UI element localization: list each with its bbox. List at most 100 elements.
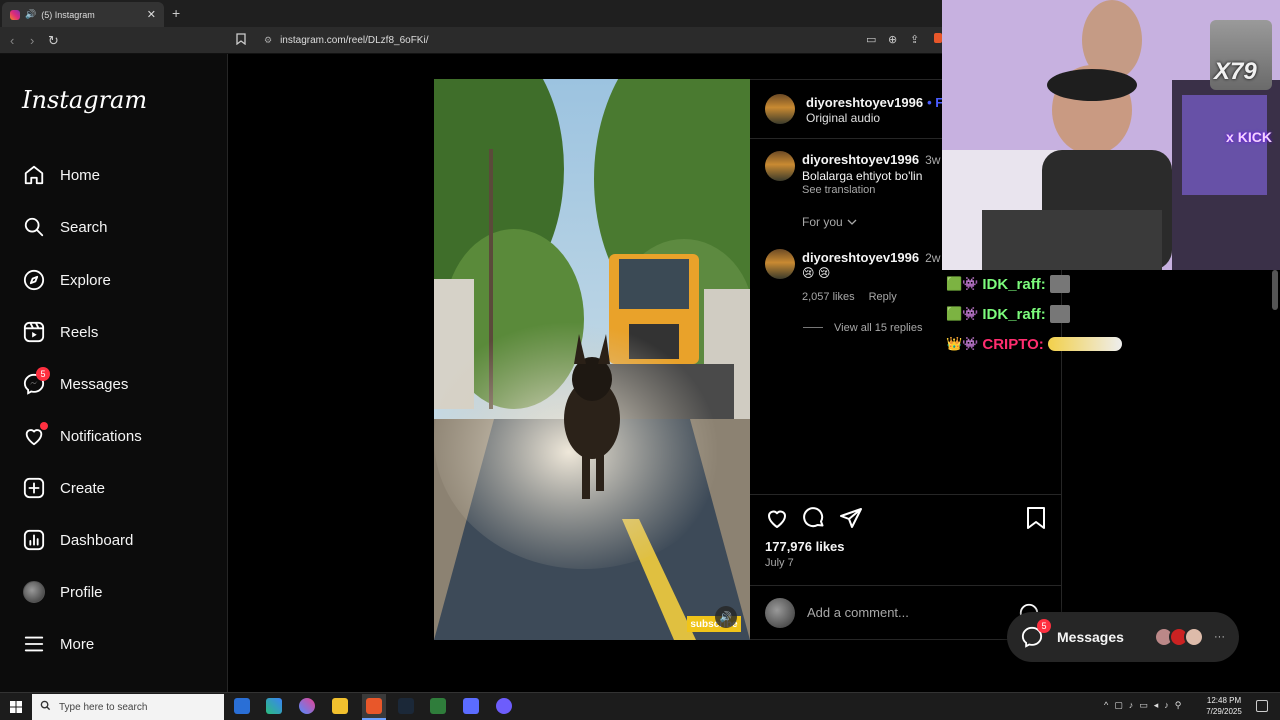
chat-message: 🟩👾 IDK_raff: — [946, 303, 1070, 325]
actions-divider — [750, 494, 1062, 495]
reload-icon[interactable]: ↻ — [48, 33, 59, 49]
chat-username: IDK_raff: — [982, 305, 1046, 323]
chat-badge-icon: 🟩👾 — [946, 306, 979, 321]
messages-pill-badge: 5 — [1037, 619, 1051, 633]
view-replies-link[interactable]: View all 15 replies — [834, 322, 922, 334]
sidebar-item-more[interactable]: More — [22, 629, 222, 659]
chat-emote-icon — [1047, 337, 1122, 351]
clock-time: 12:48 PM — [1206, 696, 1242, 705]
reels-icon — [22, 320, 46, 344]
brave-browser-icon[interactable] — [366, 698, 382, 714]
plus-square-icon — [22, 476, 46, 500]
audio-label[interactable]: Original audio — [806, 111, 880, 125]
forward-icon[interactable]: › — [30, 33, 34, 48]
comment-icon[interactable] — [802, 506, 826, 535]
comment-divider — [750, 585, 1062, 586]
my-avatar — [765, 598, 795, 628]
new-tab-button[interactable]: + — [172, 5, 180, 21]
sidebar-item-dashboard[interactable]: Dashboard — [22, 525, 222, 555]
post-header: diyoreshtoyev1996 • Fo — [806, 95, 951, 110]
page-scrollbar[interactable] — [1272, 270, 1278, 310]
comment-sort-dropdown[interactable]: For you — [802, 215, 857, 229]
browser-tab[interactable]: 🔊 (5) Instagram ✕ — [2, 2, 164, 27]
windows-start-icon[interactable] — [10, 700, 22, 718]
reel-video-frame — [434, 79, 750, 640]
comment-text: 😢 😢 — [802, 266, 831, 280]
comment-username[interactable]: diyoreshtoyev1996 — [802, 250, 919, 265]
cast-icon[interactable]: ▭ — [866, 33, 876, 46]
close-tab-icon[interactable]: ✕ — [147, 8, 156, 21]
chat-badge-icon: 👑👾 — [946, 336, 979, 351]
copilot-icon[interactable] — [266, 698, 282, 714]
save-icon[interactable] — [1025, 506, 1047, 535]
sidebar-item-label: Profile — [60, 583, 103, 601]
sidebar-item-label: Dashboard — [60, 531, 134, 549]
author-username[interactable]: diyoreshtoyev1996 — [806, 95, 923, 110]
chat-emote-icon — [1049, 305, 1070, 323]
sidebar-item-create[interactable]: Create — [22, 473, 222, 503]
hamburger-icon — [22, 632, 46, 656]
sidebar-item-label: Create — [60, 479, 106, 497]
chat-message: 👑👾 CRIPTO: — [946, 333, 1122, 355]
system-tray-icons[interactable]: ^▢♪▭◂♪⚲ — [1104, 700, 1187, 711]
back-icon[interactable]: ‹ — [10, 33, 14, 48]
chevron-down-icon — [847, 215, 857, 229]
search-icon — [40, 700, 51, 714]
reel-video[interactable]: subscribe 🔊 — [434, 79, 750, 640]
messenger-icon: 5 — [22, 367, 50, 396]
caption-username[interactable]: diyoreshtoyev1996 — [802, 152, 919, 167]
url-field[interactable]: ⚙ instagram.com/reel/DLzf8_6oFKi/ — [258, 31, 938, 50]
tab-title: (5) Instagram — [41, 9, 95, 20]
steam-icon[interactable] — [398, 698, 414, 714]
brave-shield-icon[interactable] — [934, 33, 942, 43]
caption-header: diyoreshtoyev1996 3w — [802, 152, 940, 167]
heart-icon — [22, 422, 48, 448]
sidebar-item-home[interactable]: Home — [22, 160, 222, 190]
copilot-app-icon[interactable] — [299, 698, 315, 714]
sidebar-item-notifications[interactable]: Notifications — [22, 421, 222, 451]
more-contacts-icon: ··· — [1214, 631, 1225, 643]
add-comment-input[interactable]: Add a comment... — [807, 605, 909, 620]
volume-icon[interactable]: 🔊 — [715, 606, 737, 628]
author-avatar[interactable] — [765, 94, 795, 124]
discord-icon[interactable] — [496, 698, 512, 714]
notification-center-icon[interactable] — [1256, 700, 1268, 712]
sidebar-item-label: Home — [60, 166, 101, 184]
taskbar-search-input[interactable]: Type here to search — [32, 694, 224, 720]
sidebar-item-explore[interactable]: Explore — [22, 265, 222, 295]
caption-avatar[interactable] — [765, 151, 795, 181]
messages-pill[interactable]: 5 Messages ··· — [1007, 612, 1239, 662]
app-icon[interactable] — [463, 698, 479, 714]
avatar — [22, 580, 46, 604]
site-info-icon[interactable]: ⚙ — [264, 35, 272, 46]
like-icon[interactable] — [765, 506, 789, 535]
sidebar-item-search[interactable]: Search — [22, 212, 222, 242]
comment-avatar[interactable] — [765, 249, 795, 279]
instagram-favicon-icon — [10, 9, 20, 20]
reply-button[interactable]: Reply — [869, 291, 897, 303]
share-icon[interactable]: ⇪ — [910, 33, 919, 46]
search-icon — [22, 215, 46, 239]
likes-count[interactable]: 177,976 likes — [765, 539, 845, 554]
webcam-overlay: X79 x KICK — [942, 0, 1280, 270]
for-you-label: For you — [802, 215, 843, 229]
excel-icon[interactable] — [430, 698, 446, 714]
taskbar-clock[interactable]: 12:48 PM 7/29/2025 — [1200, 695, 1248, 717]
share-post-icon[interactable] — [839, 506, 863, 535]
instagram-logo[interactable]: Instagram — [22, 86, 147, 114]
replies-line — [803, 327, 823, 328]
file-explorer-icon[interactable] — [332, 698, 348, 714]
comment-likes[interactable]: 2,057 likes — [802, 291, 855, 303]
see-translation-link[interactable]: See translation — [802, 184, 875, 196]
task-view-icon[interactable] — [234, 698, 250, 714]
sidebar-item-label: Notifications — [60, 427, 142, 445]
header-divider — [750, 138, 942, 139]
bookmark-icon[interactable] — [236, 33, 246, 48]
comment-age: 2w — [925, 251, 941, 265]
sidebar-item-messages[interactable]: 5 Messages — [22, 367, 222, 399]
zoom-icon[interactable]: ⊕ — [888, 33, 897, 46]
sidebar-item-profile[interactable]: Profile — [22, 577, 222, 607]
notification-dot — [40, 422, 48, 430]
sidebar-item-reels[interactable]: Reels — [22, 317, 222, 347]
home-icon — [22, 163, 46, 187]
